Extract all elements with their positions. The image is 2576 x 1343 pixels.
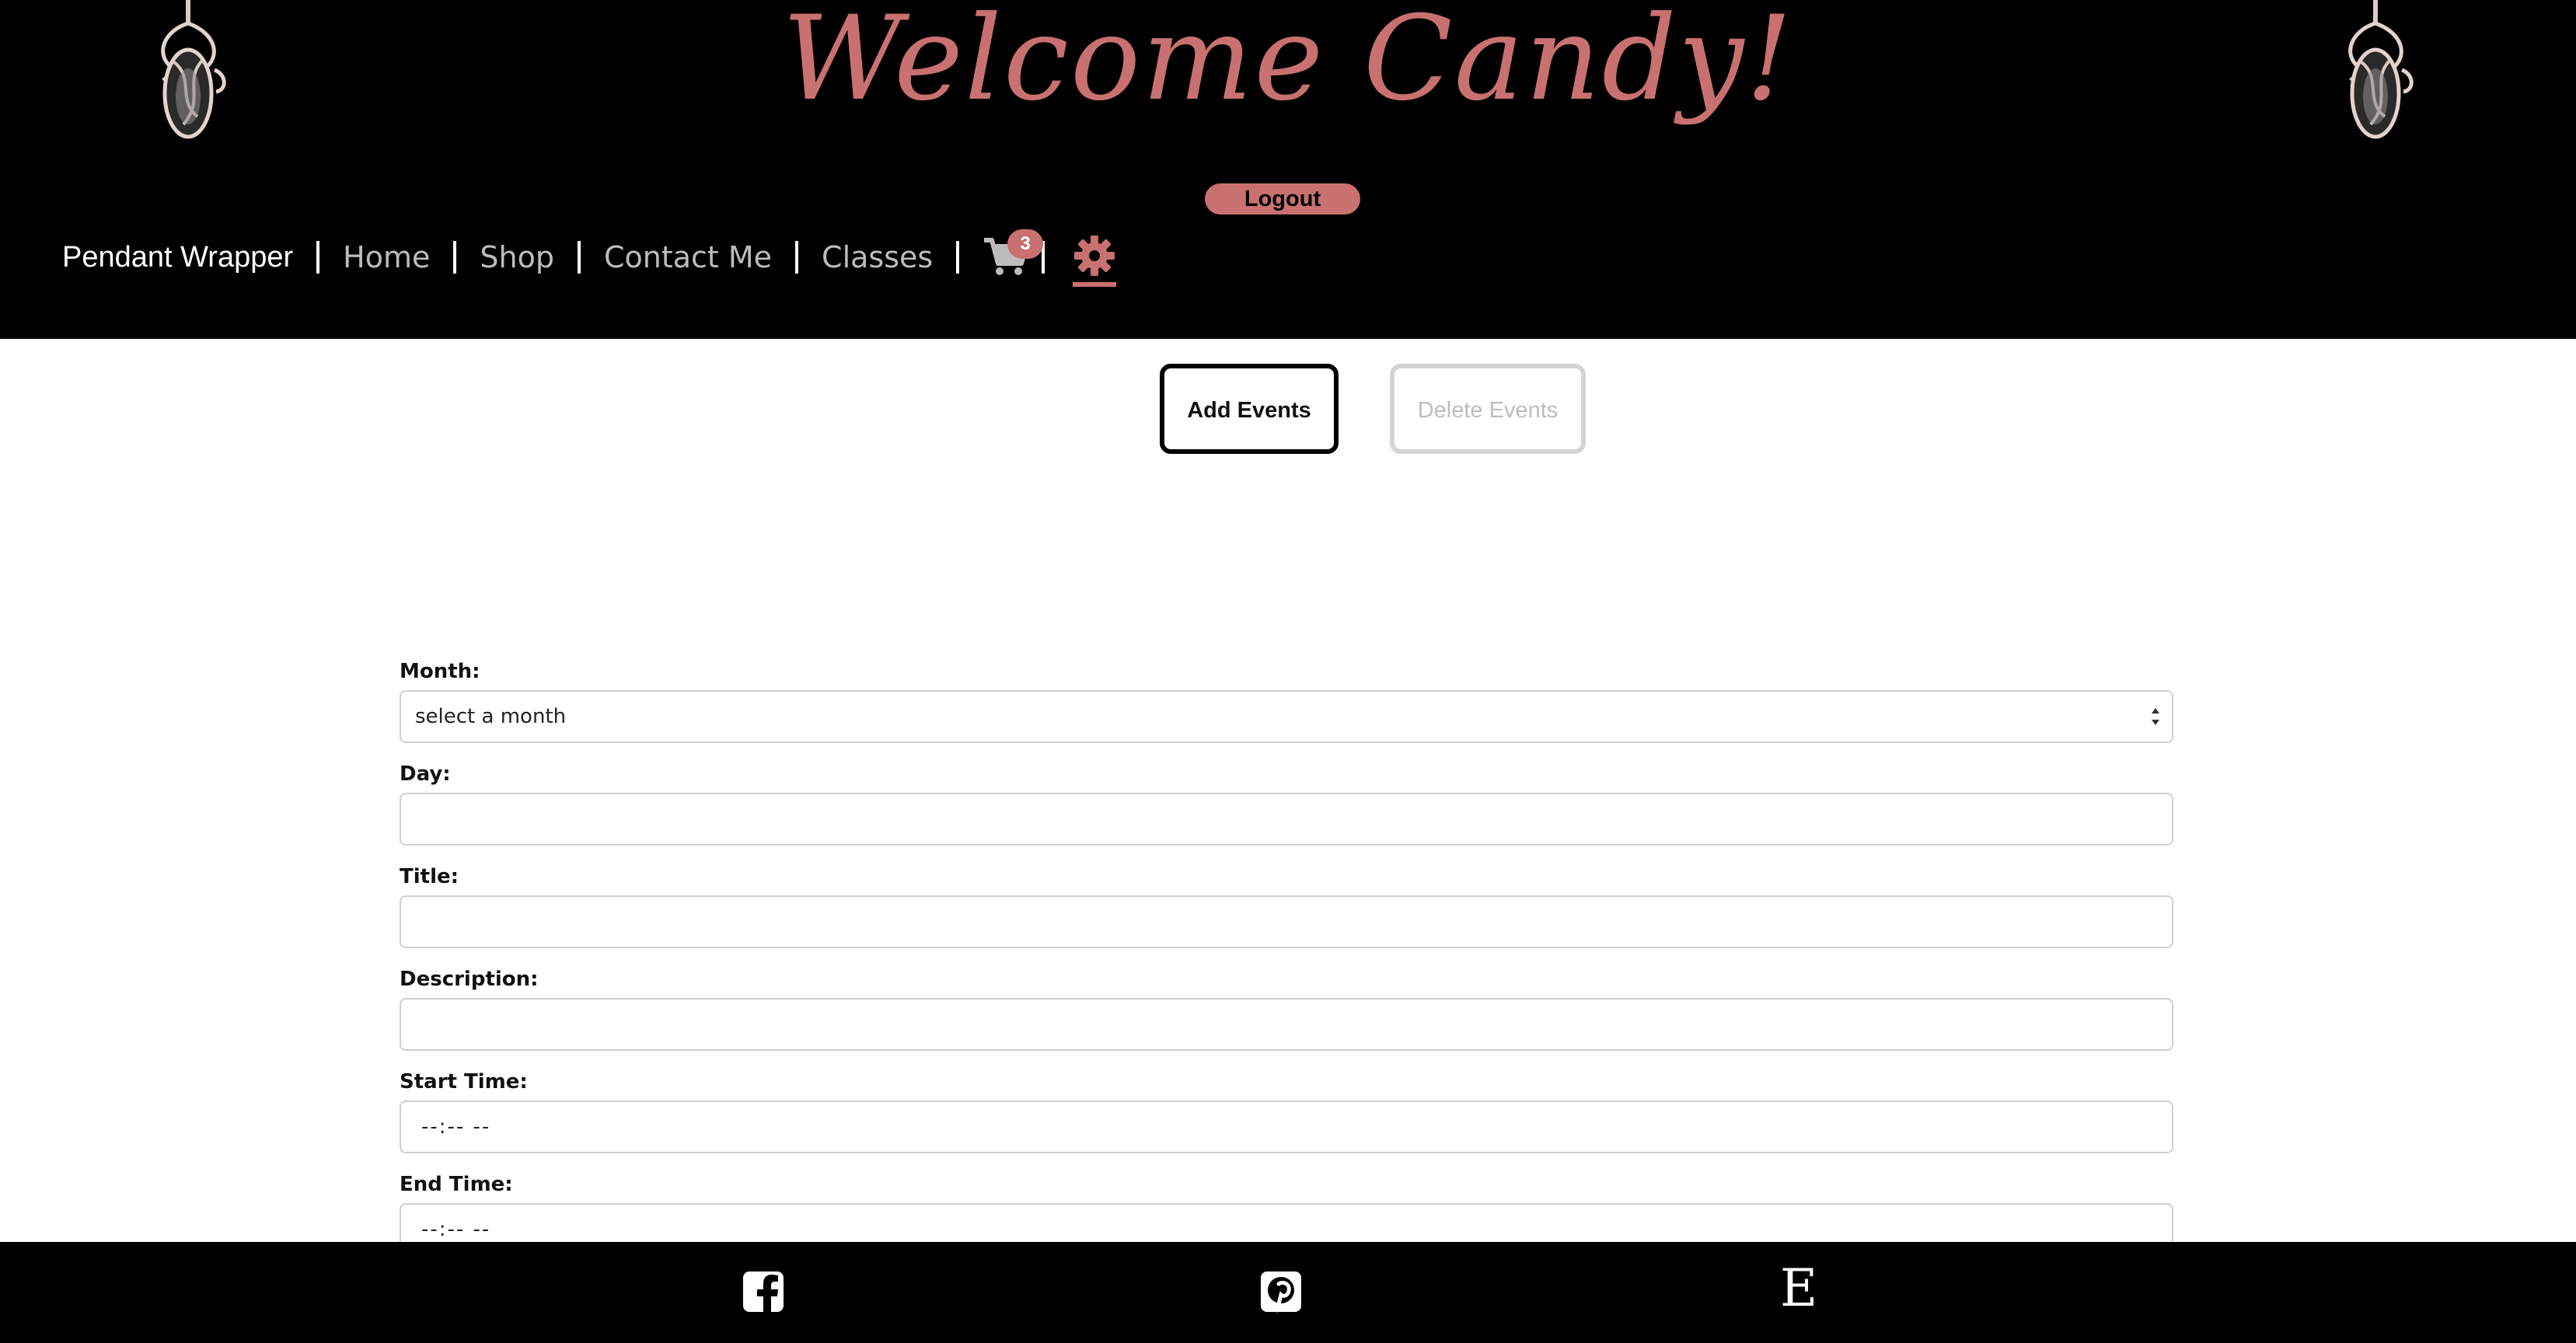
cart-count-badge: 3 (1007, 229, 1044, 259)
day-input[interactable] (400, 793, 2173, 846)
end-time-value: --:-- -- (421, 1218, 491, 1241)
description-input[interactable] (400, 998, 2173, 1051)
pendant-decoration-right (2348, 0, 2414, 139)
nav-divider (956, 241, 960, 274)
end-time-label: End Time: (400, 1173, 513, 1196)
active-nav-indicator (1073, 282, 1117, 287)
nav-divider (577, 241, 581, 274)
month-label: Month: (400, 660, 480, 683)
gear-icon (1074, 235, 1115, 276)
settings-button[interactable] (1073, 226, 1117, 288)
delete-events-button[interactable]: Delete Events (1390, 364, 1586, 454)
facebook-icon[interactable] (742, 1270, 785, 1313)
logout-button[interactable]: Logout (1205, 183, 1360, 215)
day-label: Day: (400, 762, 451, 786)
add-event-form: Month: select a month Day: Title: Descri… (400, 653, 2173, 1268)
select-arrows-icon (2152, 708, 2159, 725)
site-header: Welcome Candy! Logout Pendant Wrapper Ho… (0, 0, 2576, 339)
nav-contact[interactable]: Contact Me (604, 240, 772, 274)
start-time-input[interactable]: --:-- -- (400, 1101, 2173, 1153)
welcome-heading: Welcome Candy! (782, 0, 1794, 127)
nav-classes[interactable]: Classes (822, 240, 933, 274)
main-nav: Pendant Wrapper Home Shop Contact Me Cla… (62, 229, 1117, 287)
nav-home[interactable]: Home (343, 240, 430, 274)
add-events-button[interactable]: Add Events (1160, 364, 1339, 454)
start-time-label: Start Time: (400, 1070, 528, 1094)
pinterest-icon[interactable] (1259, 1270, 1303, 1313)
title-label: Title: (400, 865, 459, 888)
etsy-icon[interactable]: E (1780, 1258, 1817, 1320)
description-label: Description: (400, 968, 539, 991)
brand-link[interactable]: Pendant Wrapper (62, 241, 293, 274)
cart-button[interactable]: 3 (983, 229, 1044, 279)
nav-divider (453, 241, 457, 274)
nav-shop[interactable]: Shop (480, 240, 554, 274)
title-input[interactable] (400, 895, 2173, 948)
site-footer: E (0, 1242, 2576, 1343)
month-select-value: select a month (415, 705, 567, 728)
start-time-value: --:-- -- (421, 1115, 491, 1139)
month-select[interactable]: select a month (400, 690, 2173, 743)
nav-divider (795, 241, 799, 274)
nav-divider (316, 241, 320, 274)
